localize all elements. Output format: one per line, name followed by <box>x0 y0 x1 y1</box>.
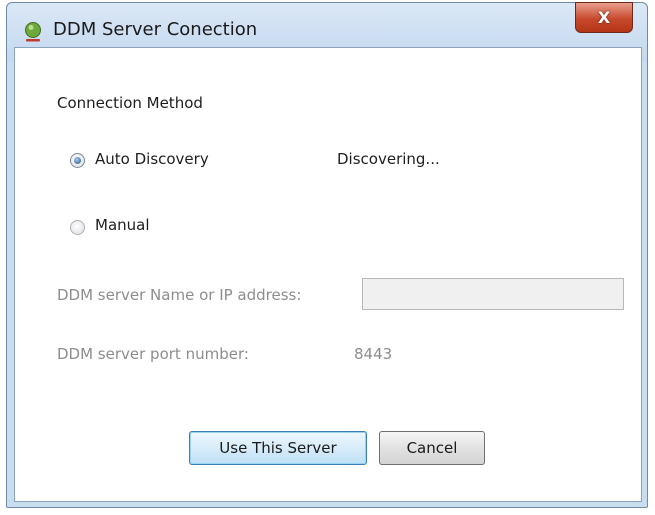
manual-label[interactable]: Manual <box>95 216 150 234</box>
discovery-status: Discovering... <box>337 150 440 168</box>
manual-radio[interactable] <box>70 220 85 235</box>
close-button[interactable]: X <box>575 2 633 33</box>
close-icon: X <box>597 8 611 27</box>
connection-method-label: Connection Method <box>57 94 203 112</box>
server-name-label: DDM server Name or IP address: <box>57 286 302 304</box>
app-logo-icon <box>25 22 41 42</box>
server-name-input[interactable] <box>362 278 624 310</box>
auto-discovery-radio[interactable] <box>70 153 85 168</box>
cancel-button[interactable]: Cancel <box>379 431 485 465</box>
port-value: 8443 <box>354 345 393 363</box>
window-title: DDM Server Conection <box>53 19 258 40</box>
port-label: DDM server port number: <box>57 345 249 363</box>
dialog-window: DDM Server Conection X Connection Method… <box>6 2 648 508</box>
dialog-content: Connection Method Auto Discovery Discove… <box>14 47 642 502</box>
use-this-server-button[interactable]: Use This Server <box>189 431 367 465</box>
auto-discovery-label[interactable]: Auto Discovery <box>95 150 209 168</box>
